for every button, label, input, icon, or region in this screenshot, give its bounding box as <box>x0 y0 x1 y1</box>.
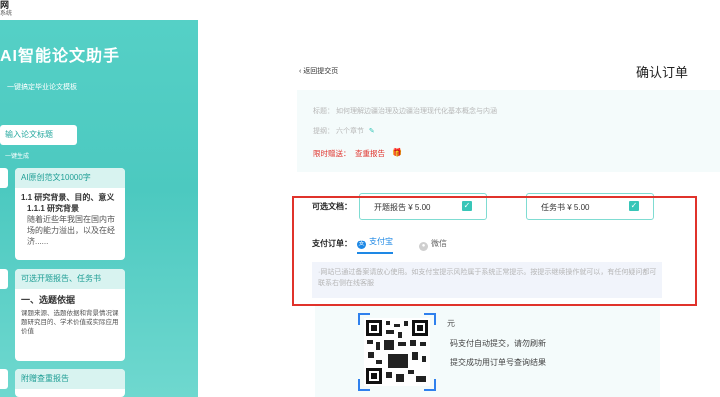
scan-result-hint: 提交成功用订单号查询结果 <box>450 358 546 367</box>
card-header: AI原创范文10000字 <box>15 168 125 188</box>
feature-card-essay: AI原创范文10000字 1.1 研究背景、目的、意义 1.1.1 研究背景 随… <box>15 168 125 260</box>
step-tab-2 <box>0 269 8 289</box>
back-link[interactable]: ‹ 返回提交页 <box>299 66 338 76</box>
order-title: 标题： 如何理解边疆治理及边疆治理现代化基本概念与内涵 <box>313 108 497 115</box>
order-info: 标题： 如何理解边疆治理及边疆治理现代化基本概念与内涵 提纲： 六个章节 ✎ 限… <box>297 90 720 172</box>
card-heading: 一、选题依据 <box>21 295 76 305</box>
qr-code-icon <box>364 318 430 386</box>
input-title-button[interactable]: 输入论文标题 <box>0 125 77 145</box>
feature-card-report: 附赠查重报告 <box>15 369 125 397</box>
step-tab-1 <box>0 168 8 188</box>
card-paragraph: 课题来源、选题依据和背景情况课题研究目的、学术价值或实际应用价值 <box>21 310 119 335</box>
scan-instruction: 码支付自动提交，请勿刷新 <box>450 339 546 348</box>
card-header: 附赠查重报告 <box>15 369 125 389</box>
generate-hint: 一键生成 <box>5 154 30 160</box>
highlight-box <box>292 196 697 306</box>
sidebar-title: AI智能论文助手 <box>0 48 121 65</box>
order-outline-text: 提纲： 六个章节 <box>313 128 364 135</box>
feature-card-proposal: 可选开题报告、任务书 一、选题依据 课题来源、选题依据和背景情况课题研究目的、学… <box>15 269 125 361</box>
order-outline: 提纲： 六个章节 ✎ <box>313 126 375 136</box>
card-paragraph: 随着近些年我国在国内市场的能力溢出，以及在经济...... <box>27 215 115 246</box>
top-bar: 网 系统 <box>0 0 720 20</box>
gift-value: 查重报告 <box>355 149 385 158</box>
back-link-label: 返回提交页 <box>303 68 339 75</box>
card-header: 可选开题报告、任务书 <box>15 269 125 289</box>
gift-icon: 🎁 <box>392 148 402 157</box>
pencil-icon[interactable]: ✎ <box>369 128 375 135</box>
scan-amount: 元 <box>447 319 455 328</box>
page-title: 确认订单 <box>636 65 689 80</box>
gift-label: 限时赠送： <box>313 149 351 158</box>
card-subheading: 1.1.1 研究背景 <box>27 204 80 213</box>
logo-subtext: 系统 <box>0 11 13 17</box>
sidebar-subtitle: 一键搞定毕业论文模板 <box>7 84 77 91</box>
card-heading: 1.1 研究背景、目的、意义 <box>21 193 115 202</box>
step-tab-3 <box>0 369 8 389</box>
